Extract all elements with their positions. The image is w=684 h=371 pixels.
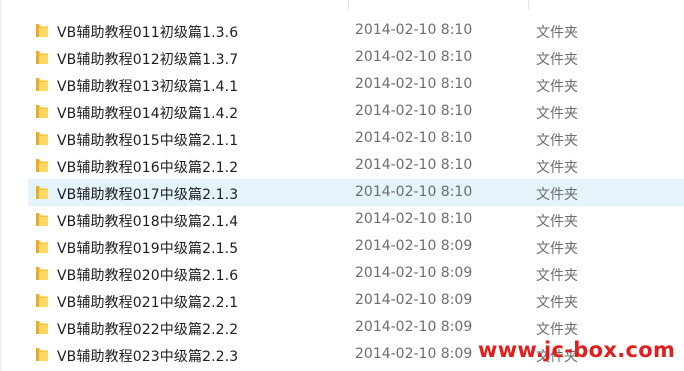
file-type: 文件夹 — [536, 106, 578, 122]
modified-date: 2014-02-10 8:09 — [355, 265, 473, 281]
folder-icon — [36, 186, 48, 199]
file-name: VB辅助教程013初级篇1.4.1 — [57, 79, 239, 95]
modified-date: 2014-02-10 8:09 — [355, 238, 473, 254]
file-type: 文件夹 — [536, 295, 578, 311]
modified-date: 2014-02-10 8:10 — [355, 157, 473, 173]
file-type: 文件夹 — [536, 214, 578, 230]
left-edge — [0, 0, 2, 371]
file-type: 文件夹 — [536, 25, 578, 41]
watermark: www.jc-box.com — [478, 338, 676, 362]
folder-icon — [36, 240, 48, 253]
file-type: 文件夹 — [536, 79, 578, 95]
file-row[interactable]: VB辅助教程022中级篇2.2.2 2014-02-10 8:09 文件夹 — [28, 314, 684, 341]
file-name: VB辅助教程017中级篇2.1.3 — [57, 187, 239, 203]
modified-date: 2014-02-10 8:09 — [355, 346, 473, 362]
file-row[interactable]: VB辅助教程018中级篇2.1.4 2014-02-10 8:10 文件夹 — [28, 206, 684, 233]
file-name: VB辅助教程012初级篇1.3.7 — [57, 52, 239, 68]
file-row[interactable]: VB辅助教程019中级篇2.1.5 2014-02-10 8:09 文件夹 — [28, 233, 684, 260]
file-name: VB辅助教程023中级篇2.2.3 — [57, 349, 239, 365]
file-row[interactable]: VB辅助教程016中级篇2.1.2 2014-02-10 8:10 文件夹 — [28, 152, 684, 179]
file-row[interactable]: VB辅助教程020中级篇2.1.6 2014-02-10 8:09 文件夹 — [28, 260, 684, 287]
modified-date: 2014-02-10 8:10 — [355, 211, 473, 227]
file-row[interactable]: VB辅助教程015中级篇2.1.1 2014-02-10 8:10 文件夹 — [28, 125, 684, 152]
folder-icon — [36, 78, 48, 91]
file-type: 文件夹 — [536, 322, 578, 338]
file-list: VB辅助教程011初级篇1.3.6 2014-02-10 8:10 文件夹 VB辅助教… — [0, 0, 684, 371]
column-divider — [348, 0, 349, 10]
file-row[interactable]: VB辅助教程021中级篇2.2.1 2014-02-10 8:09 文件夹 — [28, 287, 684, 314]
file-row[interactable]: VB辅助教程013初级篇1.4.1 2014-02-10 8:10 文件夹 — [28, 71, 684, 98]
folder-icon — [36, 132, 48, 145]
folder-icon — [36, 24, 48, 37]
file-type: 文件夹 — [536, 241, 578, 257]
file-row[interactable]: VB辅助教程012初级篇1.3.7 2014-02-10 8:10 文件夹 — [28, 44, 684, 71]
modified-date: 2014-02-10 8:09 — [355, 319, 473, 335]
folder-icon — [36, 321, 48, 334]
folder-icon — [36, 348, 48, 361]
folder-icon — [36, 105, 48, 118]
folder-icon — [36, 294, 48, 307]
folder-icon — [36, 267, 48, 280]
file-name: VB辅助教程015中级篇2.1.1 — [57, 133, 239, 149]
file-type: 文件夹 — [536, 187, 578, 203]
file-row[interactable]: VB辅助教程014初级篇1.4.2 2014-02-10 8:10 文件夹 — [28, 98, 684, 125]
folder-icon — [36, 51, 48, 64]
file-type: 文件夹 — [536, 133, 578, 149]
modified-date: 2014-02-10 8:10 — [355, 76, 473, 92]
file-name: VB辅助教程022中级篇2.2.2 — [57, 322, 239, 338]
modified-date: 2014-02-10 8:10 — [355, 184, 473, 200]
file-row[interactable]: VB辅助教程011初级篇1.3.6 2014-02-10 8:10 文件夹 — [28, 17, 684, 44]
modified-date: 2014-02-10 8:10 — [355, 130, 473, 146]
modified-date: 2014-02-10 8:10 — [355, 22, 473, 38]
modified-date: 2014-02-10 8:10 — [355, 49, 473, 65]
file-name: VB辅助教程018中级篇2.1.4 — [57, 214, 239, 230]
folder-icon — [36, 159, 48, 172]
file-name: VB辅助教程020中级篇2.1.6 — [57, 268, 239, 284]
file-name: VB辅助教程019中级篇2.1.5 — [57, 241, 239, 257]
column-divider — [528, 0, 529, 10]
file-name: VB辅助教程016中级篇2.1.2 — [57, 160, 239, 176]
file-row[interactable]: VB辅助教程017中级篇2.1.3 2014-02-10 8:10 文件夹 — [28, 179, 684, 206]
file-type: 文件夹 — [536, 268, 578, 284]
file-name: VB辅助教程011初级篇1.3.6 — [57, 25, 239, 41]
file-name: VB辅助教程014初级篇1.4.2 — [57, 106, 239, 122]
file-name: VB辅助教程021中级篇2.2.1 — [57, 295, 239, 311]
folder-icon — [36, 213, 48, 226]
file-type: 文件夹 — [536, 52, 578, 68]
modified-date: 2014-02-10 8:09 — [355, 292, 473, 308]
modified-date: 2014-02-10 8:10 — [355, 103, 473, 119]
file-type: 文件夹 — [536, 160, 578, 176]
